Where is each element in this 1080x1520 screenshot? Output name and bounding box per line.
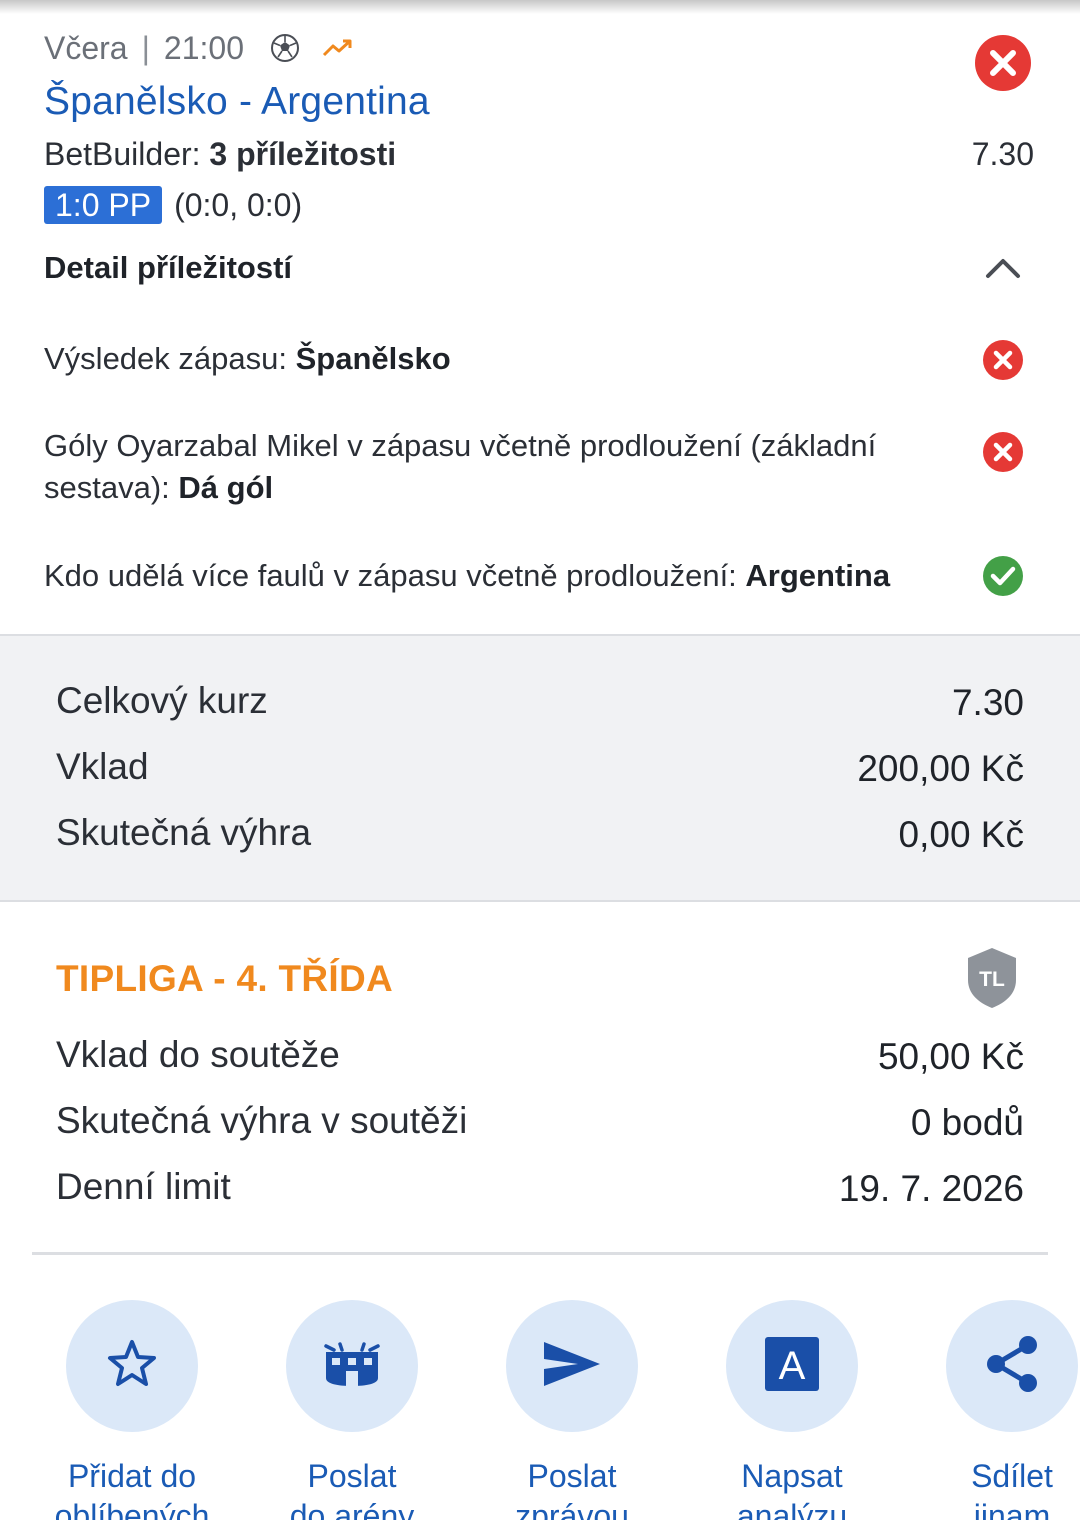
tipliga-stake-value: 50,00 Kč — [877, 1036, 1024, 1077]
match-title[interactable]: Španělsko - Argentina — [44, 80, 430, 124]
divider — [32, 1252, 1048, 1255]
tipliga-badge-text: TL — [979, 968, 1005, 991]
match-date: Včera — [44, 29, 128, 66]
trending-up-icon — [322, 37, 354, 59]
bet-odds: 7.30 — [971, 136, 1034, 172]
leg-pick: Dá gól — [178, 470, 274, 505]
send-icon — [542, 1340, 602, 1393]
won-check-icon — [982, 555, 1024, 597]
leg-pick: Španělsko — [295, 341, 451, 376]
share-icon — [984, 1335, 1040, 1398]
leg-item: Kdo udělá více faulů v zápasu včetně pro… — [44, 555, 964, 597]
bet-type: BetBuilder: 3 příležitosti — [44, 136, 396, 173]
win-label: Skutečná výhra — [56, 812, 312, 853]
match-time: 21:00 — [163, 29, 244, 66]
lost-x-icon — [974, 34, 1032, 92]
star-icon — [105, 1337, 159, 1396]
svg-text:A: A — [779, 1344, 806, 1388]
leg-item: Výsledek zápasu: Španělsko — [44, 338, 934, 380]
total-odds-label: Celkový kurz — [56, 680, 268, 721]
tipliga-win-label: Skutečná výhra v soutěži — [56, 1100, 468, 1141]
send-to-arena-label[interactable]: Poslat do arény — [242, 1456, 462, 1520]
stadium-icon — [322, 1338, 382, 1395]
write-analysis-button[interactable]: A — [726, 1300, 858, 1432]
score-detail: (0:0, 0:0) — [174, 186, 303, 223]
total-odds-value: 7.30 — [951, 682, 1024, 723]
tipliga-stake-label: Vklad do soutěže — [56, 1034, 340, 1075]
football-icon — [270, 33, 300, 63]
leg-pick: Argentina — [745, 558, 891, 593]
meta-separator: | — [141, 29, 150, 66]
score-line: 1:0 PP (0:0, 0:0) — [44, 186, 302, 224]
stake-value: 200,00 Kč — [857, 748, 1024, 789]
bet-type-label: BetBuilder: — [44, 136, 201, 172]
share-label[interactable]: Sdílet jinam — [902, 1456, 1080, 1520]
send-message-label[interactable]: Poslat zprávou — [462, 1456, 682, 1520]
stake-label: Vklad — [56, 746, 149, 787]
bet-type-value: 3 příležitosti — [209, 136, 397, 172]
detail-heading[interactable]: Detail příležitostí — [44, 250, 292, 286]
leg-market: Góly Oyarzabal Mikel v zápasu včetně pro… — [44, 428, 877, 505]
analysis-a-icon: A — [763, 1335, 821, 1398]
win-value: 0,00 Kč — [898, 814, 1024, 855]
tipliga-shield-icon: TL — [964, 946, 1020, 1010]
leg-market: Kdo udělá více faulů v zápasu včetně pro… — [44, 558, 746, 593]
add-favorite-button[interactable] — [66, 1300, 198, 1432]
chevron-up-icon[interactable] — [984, 252, 1022, 282]
tipliga-title: TIPLIGA - 4. TŘÍDA — [56, 958, 394, 999]
daily-limit-value: 19. 7. 2026 — [838, 1168, 1024, 1209]
lost-x-icon — [982, 431, 1024, 473]
daily-limit-label: Denní limit — [56, 1166, 231, 1207]
add-favorite-label[interactable]: Přidat do oblíbených — [22, 1456, 242, 1520]
tipliga-win-value: 0 bodů — [910, 1102, 1024, 1143]
send-message-button[interactable] — [506, 1300, 638, 1432]
write-analysis-label[interactable]: Napsat analýzu — [682, 1456, 902, 1520]
share-button[interactable] — [946, 1300, 1078, 1432]
leg-item: Góly Oyarzabal Mikel v zápasu včetně pro… — [44, 425, 934, 509]
top-shadow — [0, 0, 1080, 14]
match-meta: Včera | 21:00 — [44, 28, 354, 68]
leg-market: Výsledek zápasu: — [44, 341, 296, 376]
lost-x-icon — [982, 339, 1024, 381]
score-badge: 1:0 PP — [44, 186, 163, 224]
send-to-arena-button[interactable] — [286, 1300, 418, 1432]
